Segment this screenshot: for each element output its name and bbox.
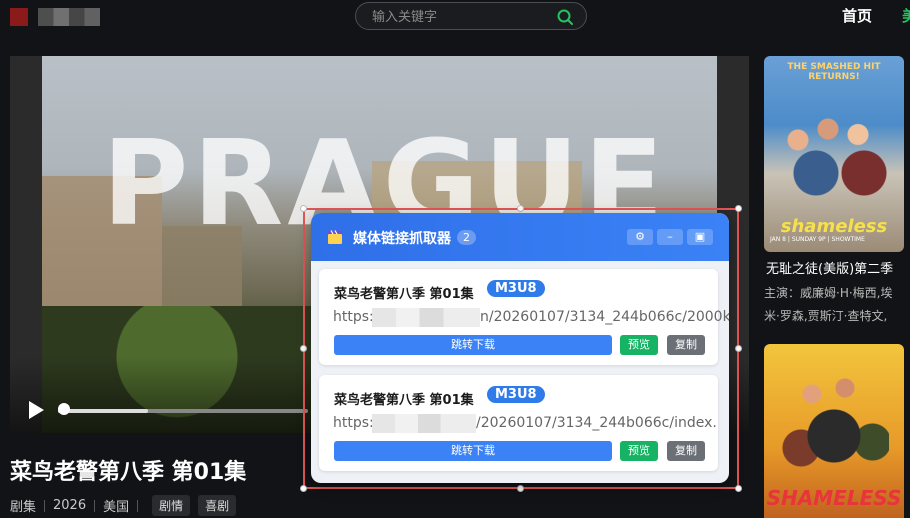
sidebar-item-cast: 主演：威廉姆·H·梅西,埃 — [764, 286, 893, 300]
panel-header[interactable]: 媒体链接抓取器 2 ⚙ – ▣ — [311, 213, 729, 261]
poster-tagline: THE SMASHED HIT RETURNS! — [787, 62, 881, 82]
format-badge: M3U8 — [487, 280, 545, 297]
tag-drama[interactable]: 剧情 — [152, 495, 191, 516]
media-grabber-panel: 媒体链接抓取器 2 ⚙ – ▣ 菜鸟老警第八季 第01集 M3U8 https:… — [311, 213, 729, 483]
link-url: /20260107/3134_244b066c/index. — [476, 415, 717, 431]
resize-handle[interactable] — [517, 485, 524, 492]
settings-button[interactable]: ⚙ — [627, 229, 653, 245]
gear-icon: ⚙ — [635, 230, 645, 243]
download-button[interactable]: 跳转下载 — [334, 441, 612, 461]
tag-comedy[interactable]: 喜剧 — [198, 495, 237, 516]
episode-meta: 剧集 2026 美国 剧情 喜剧 — [10, 495, 244, 516]
resize-handle[interactable] — [300, 205, 307, 212]
format-badge: M3U8 — [487, 386, 545, 403]
preview-button[interactable]: 预览 — [620, 335, 658, 355]
preview-button[interactable]: 预览 — [620, 441, 658, 461]
play-icon[interactable] — [26, 399, 46, 421]
link-title: 菜鸟老警第八季 第01集 — [334, 393, 474, 408]
link-url-prefix: https: — [333, 415, 374, 431]
resize-handle[interactable] — [735, 345, 742, 352]
poster-logo: shameless — [780, 216, 888, 237]
link-title: 菜鸟老警第八季 第01集 — [334, 287, 474, 302]
resize-handle[interactable] — [735, 205, 742, 212]
link-url-prefix: https: — [333, 309, 374, 325]
link-url: n/20260107/3134_244b066c/2000k — [480, 309, 729, 325]
search-box[interactable] — [355, 2, 587, 30]
resize-handle[interactable] — [300, 345, 307, 352]
close-icon: ▣ — [694, 230, 706, 243]
meta-region: 美国 — [103, 500, 130, 515]
site-logo-icon[interactable] — [10, 8, 28, 26]
site-logo-text[interactable] — [38, 8, 100, 26]
minimize-icon: – — [667, 230, 673, 243]
meta-divider — [94, 499, 96, 512]
search-icon[interactable] — [556, 8, 574, 26]
nav-next-link[interactable]: 美 — [902, 5, 910, 26]
panel-title: 媒体链接抓取器 — [353, 231, 451, 247]
poster-logo: SHAMELESS — [766, 486, 902, 510]
link-count-badge: 2 — [457, 230, 476, 245]
poster-shameless[interactable]: SHAMELESS — [764, 344, 904, 518]
meta-year: 2026 — [53, 498, 87, 513]
progress-bar[interactable] — [58, 409, 308, 413]
resize-handle[interactable] — [517, 205, 524, 212]
url-redaction — [372, 414, 476, 433]
close-button[interactable]: ▣ — [687, 229, 713, 245]
poster-figures — [774, 96, 894, 206]
meta-divider — [137, 499, 139, 512]
poster-shameless-s2[interactable]: THE SMASHED HIT RETURNS! shameless JAN 8… — [764, 56, 904, 252]
copy-button[interactable]: 复制 — [667, 441, 705, 461]
meta-divider — [44, 499, 46, 512]
link-card: 菜鸟老警第八季 第01集 M3U8 https: /20260107/3134_… — [319, 375, 718, 471]
download-button[interactable]: 跳转下载 — [334, 335, 612, 355]
episode-title: 菜鸟老警第八季 第01集 — [10, 460, 247, 485]
sidebar-item-cast: 米·罗森,贾斯汀·查特文, — [764, 309, 888, 323]
link-card: 菜鸟老警第八季 第01集 M3U8 https: n/20260107/3134… — [319, 269, 729, 365]
sidebar-item-title[interactable]: 无耻之徒(美版)第二季 — [766, 258, 893, 277]
resize-handle[interactable] — [300, 485, 307, 492]
progress-fill — [58, 409, 148, 413]
url-redaction — [372, 308, 480, 327]
copy-button[interactable]: 复制 — [667, 335, 705, 355]
meta-type: 剧集 — [10, 500, 37, 515]
resize-handle[interactable] — [735, 485, 742, 492]
poster-airtime: JAN 8 | SUNDAY 9P | SHOWTIME — [770, 236, 865, 243]
minimize-button[interactable]: – — [657, 229, 683, 245]
clapperboard-icon — [328, 230, 342, 244]
poster-figures — [779, 364, 889, 484]
progress-thumb[interactable] — [58, 403, 70, 415]
search-input[interactable] — [370, 7, 554, 27]
nav-home-link[interactable]: 首页 — [842, 5, 872, 26]
